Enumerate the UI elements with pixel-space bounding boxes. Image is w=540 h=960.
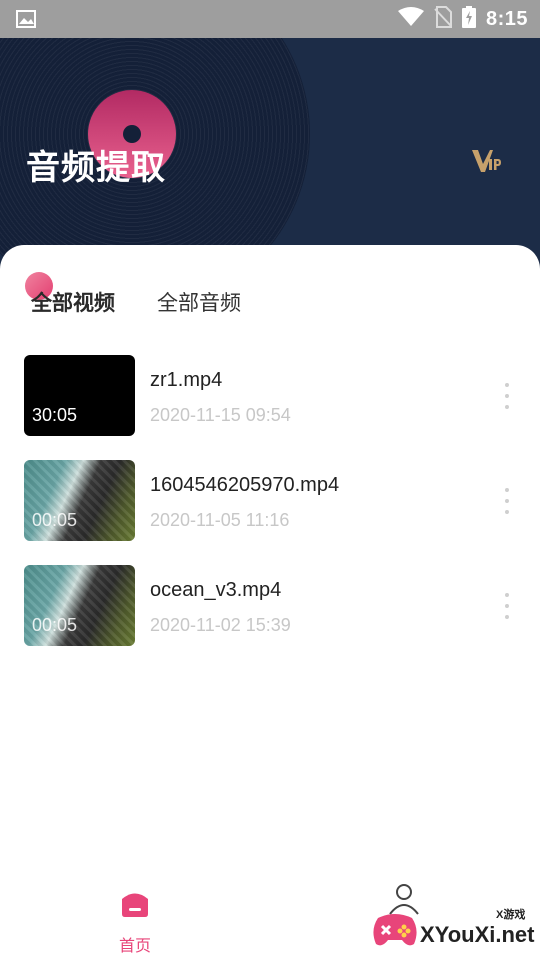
video-list: 30:05 zr1.mp4 2020-11-15 09:54 00:05 160… (0, 355, 540, 670)
more-options-icon[interactable] (500, 593, 514, 619)
tab-all-audio[interactable]: 全部音频 (157, 287, 241, 317)
home-icon (120, 890, 150, 918)
status-icons (398, 5, 476, 33)
image-icon (16, 10, 36, 28)
video-thumbnail[interactable]: 00:05 (24, 565, 135, 646)
list-item[interactable]: 00:05 ocean_v3.mp4 2020-11-02 15:39 (0, 565, 540, 670)
wifi-icon (398, 6, 424, 32)
header-banner: 音频提取 (0, 38, 540, 270)
status-bar: 8:15 (0, 0, 540, 38)
gamepad-logo-icon (370, 910, 420, 950)
watermark-text: XYouXi.net (420, 922, 535, 947)
video-date: 2020-11-15 09:54 (150, 405, 291, 425)
nav-home-label: 首页 (118, 938, 151, 955)
vip-icon[interactable] (470, 146, 502, 176)
page-title: 音频提取 (26, 149, 166, 187)
no-sim-icon (434, 5, 452, 33)
battery-charging-icon (462, 5, 476, 33)
video-date: 2020-11-05 11:16 (150, 510, 290, 530)
video-date: 2020-11-02 15:39 (150, 615, 291, 635)
watermark: X游戏 XYouXi.net (366, 900, 540, 960)
list-item[interactable]: 30:05 zr1.mp4 2020-11-15 09:54 (0, 355, 540, 460)
nav-home[interactable]: 首页 (108, 888, 162, 955)
video-duration: 00:05 (32, 510, 78, 530)
video-thumbnail[interactable]: 30:05 (24, 355, 135, 436)
video-thumbnail[interactable]: 00:05 (24, 460, 135, 541)
watermark-small-text: X游戏 (496, 909, 526, 921)
more-options-icon[interactable] (500, 488, 514, 514)
video-duration: 30:05 (32, 405, 78, 425)
tab-bar: 全部视频 全部音频 (0, 245, 540, 335)
tab-all-videos[interactable]: 全部视频 (31, 287, 115, 317)
content-sheet: 全部视频 全部音频 30:05 zr1.mp4 2020-11-15 09:54… (0, 245, 540, 960)
video-name: ocean_v3.mp4 (150, 579, 282, 601)
video-name: zr1.mp4 (150, 369, 223, 391)
video-name: 1604546205970.mp4 (150, 474, 340, 496)
status-time: 8:15 (485, 8, 528, 30)
video-duration: 00:05 (32, 615, 78, 635)
more-options-icon[interactable] (500, 383, 514, 409)
list-item[interactable]: 00:05 1604546205970.mp4 2020-11-05 11:16 (0, 460, 540, 565)
